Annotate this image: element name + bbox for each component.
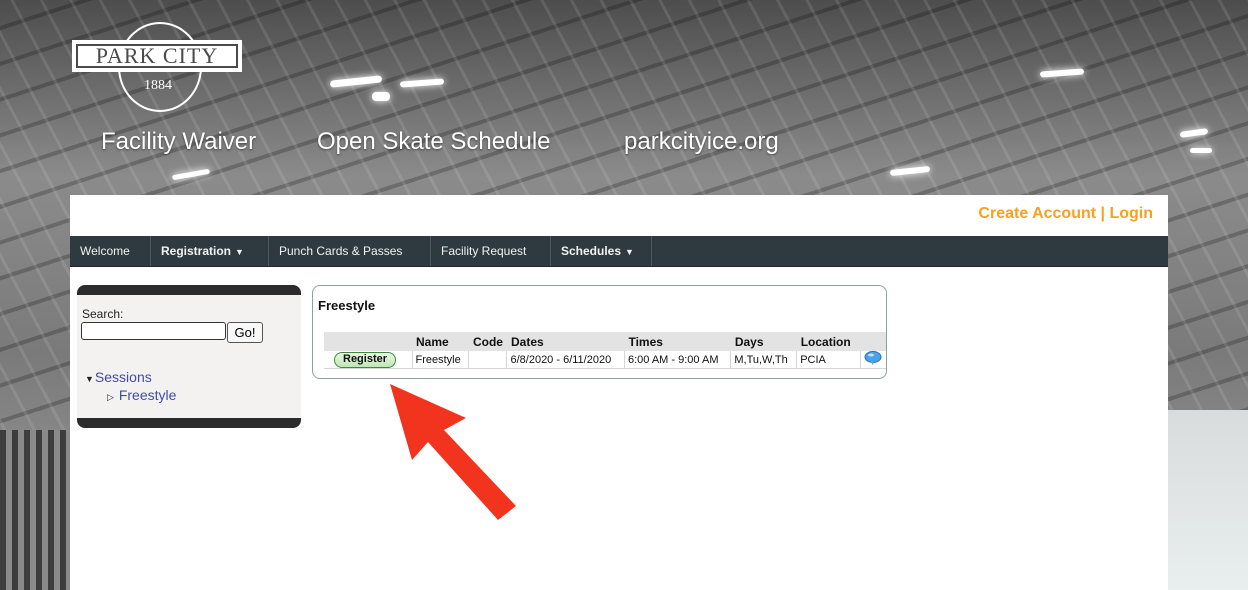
main-nav: Welcome Registration ▼ Punch Cards & Pass… xyxy=(70,236,1168,267)
nav-punch-cards[interactable]: Punch Cards & Passes xyxy=(269,236,431,266)
table-row: Register Freestyle 6/8/2020 - 6/11/2020 … xyxy=(324,351,886,369)
nav-facility-request[interactable]: Facility Request xyxy=(431,236,551,266)
nav-registration[interactable]: Registration ▼ xyxy=(151,236,269,266)
tree-item-freestyle-label: Freestyle xyxy=(118,387,177,403)
register-button[interactable]: Register xyxy=(334,351,397,368)
account-separator: | xyxy=(1096,205,1110,222)
col-code: Code xyxy=(468,332,507,351)
col-times: Times xyxy=(624,332,731,351)
create-account-link[interactable]: Create Account xyxy=(978,205,1096,222)
cell-code xyxy=(468,351,508,369)
cell-days: M,Tu,W,Th xyxy=(730,351,798,369)
nav-punch-cards-label: Punch Cards & Passes xyxy=(279,244,403,258)
search-input[interactable] xyxy=(81,322,226,340)
nav-schedules[interactable]: Schedules ▼ xyxy=(551,236,652,266)
open-skate-schedule-link[interactable]: Open Skate Schedule xyxy=(317,128,551,156)
login-link[interactable]: Login xyxy=(1109,205,1153,222)
table-header-row: Name Code Dates Times Days Location xyxy=(324,332,886,351)
cell-times: 6:00 AM - 9:00 AM xyxy=(624,351,732,369)
cell-action: Register xyxy=(324,351,413,369)
session-tree: ▼Sessions ▷ Freestyle xyxy=(85,369,176,403)
triangle-down-icon: ▼ xyxy=(85,374,94,384)
logo-year: 1884 xyxy=(144,78,172,93)
nav-facility-request-label: Facility Request xyxy=(441,244,527,258)
nav-welcome[interactable]: Welcome xyxy=(70,236,151,266)
tree-item-sessions-label: Sessions xyxy=(94,369,152,385)
col-name: Name xyxy=(412,332,469,351)
park-city-logo[interactable]: PARK CITY 1884 xyxy=(72,22,244,112)
info-icon[interactable] xyxy=(864,351,882,368)
go-button[interactable]: Go! xyxy=(227,322,263,343)
triangle-right-icon: ▷ xyxy=(107,392,114,402)
session-title: Freestyle xyxy=(318,298,376,313)
logo-wordmark: PARK CITY xyxy=(76,44,238,68)
account-links: Create Account | Login xyxy=(978,205,1153,223)
tree-item-freestyle[interactable]: ▷ Freestyle xyxy=(107,387,176,403)
cell-name: Freestyle xyxy=(412,351,470,369)
freestyle-session-box: Freestyle Name Code Dates Times Days Loc… xyxy=(312,285,887,379)
session-table: Name Code Dates Times Days Location Regi… xyxy=(324,332,886,369)
col-days: Days xyxy=(730,332,797,351)
col-info xyxy=(860,332,886,351)
nav-schedules-label: Schedules xyxy=(561,244,622,258)
col-dates: Dates xyxy=(506,332,625,351)
nav-registration-label: Registration xyxy=(161,244,232,258)
search-label: Search: xyxy=(82,307,124,321)
facility-waiver-link[interactable]: Facility Waiver xyxy=(101,128,256,156)
nav-welcome-label: Welcome xyxy=(80,244,130,258)
col-action xyxy=(324,332,412,351)
col-location: Location xyxy=(796,332,860,351)
parkcityice-link[interactable]: parkcityice.org xyxy=(624,128,779,156)
chevron-down-icon: ▼ xyxy=(625,247,634,257)
cell-info xyxy=(860,351,886,369)
main-panel: Create Account | Login Welcome Registrat… xyxy=(70,195,1168,590)
tree-item-sessions[interactable]: ▼Sessions xyxy=(85,369,176,385)
red-annotation-arrow-icon xyxy=(390,384,516,520)
chevron-down-icon: ▼ xyxy=(235,247,244,257)
cell-location: PCIA xyxy=(796,351,861,369)
sidebar: Search: Go! ▼Sessions ▷ Freestyle xyxy=(77,285,301,428)
cell-dates: 6/8/2020 - 6/11/2020 xyxy=(506,351,625,369)
